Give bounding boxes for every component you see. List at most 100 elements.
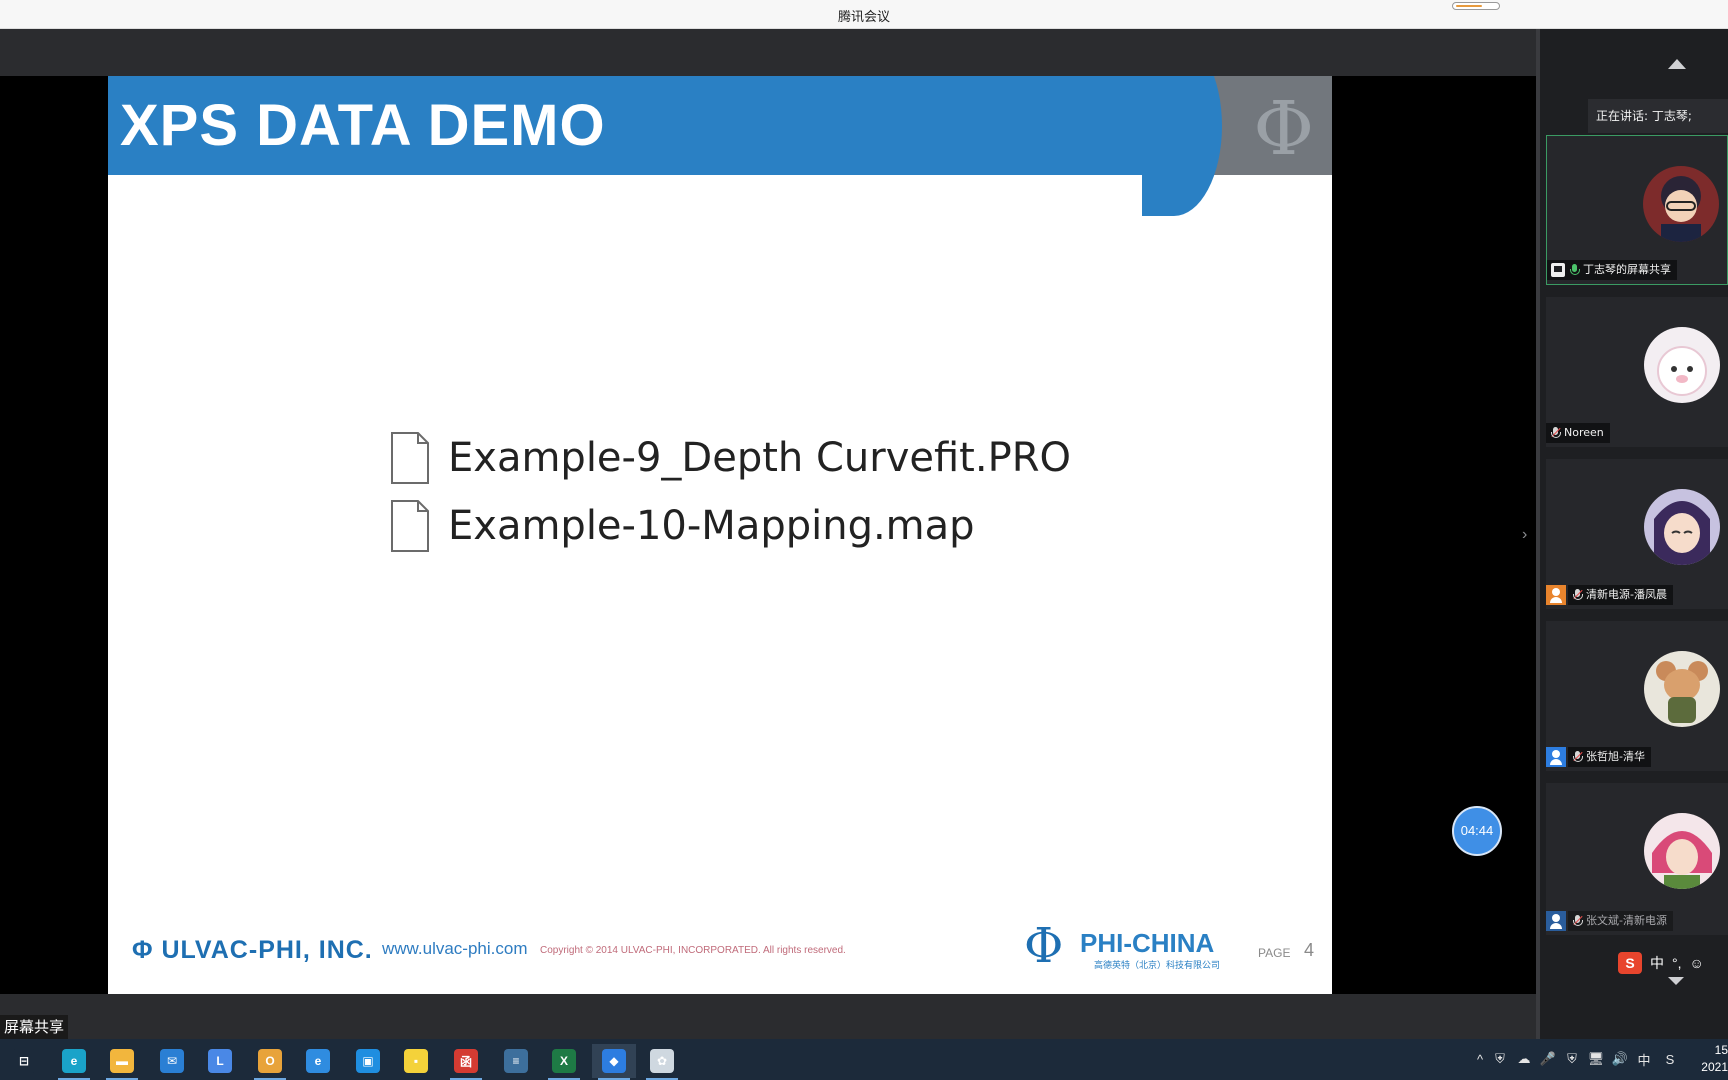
speaking-indicator: 正在讲话: 丁志琴;: [1588, 99, 1728, 133]
slide-footer: Φ ULVAC-PHI, INC. www.ulvac-phi.com Copy…: [108, 906, 1332, 994]
file-name: Example-9_Depth Curvefit.PRO: [448, 435, 1071, 481]
participant-name: 张文斌-清新电源: [1586, 914, 1667, 927]
mail-icon[interactable]: ✉: [150, 1044, 194, 1078]
mail-glyph: ✉: [160, 1049, 184, 1073]
chevron-up-icon[interactable]: [1668, 59, 1686, 69]
tencent-meeting-icon[interactable]: ◆: [592, 1044, 636, 1080]
excel-glyph: X: [552, 1049, 576, 1073]
cloud-icon[interactable]: ☁: [1514, 1049, 1534, 1069]
volume-icon[interactable]: 🔊: [1610, 1049, 1630, 1069]
microphone-muted-icon: [1572, 750, 1583, 764]
user-icon: [1546, 585, 1566, 605]
lync-glyph: L: [208, 1049, 232, 1073]
participant-avatar: [1643, 166, 1719, 242]
input-language-icon[interactable]: 中: [1634, 1049, 1654, 1069]
shield-icon[interactable]: ⛨: [1490, 1049, 1510, 1069]
participant-tile[interactable]: 张文斌-清新电源: [1546, 783, 1728, 935]
outlook-icon[interactable]: O: [248, 1044, 292, 1080]
file-name: Example-10-Mapping.map: [448, 503, 975, 549]
file-item: Example-10-Mapping.map: [390, 492, 1071, 560]
participant-tile[interactable]: 丁志琴的屏幕共享: [1546, 135, 1728, 285]
microphone-muted-icon: [1572, 914, 1583, 928]
stage-top-band: [0, 29, 1536, 76]
edge-glyph: e: [62, 1049, 86, 1073]
screen-share-icon: [1551, 263, 1565, 277]
participant-namebar: 清新电源-潘凤晨: [1568, 585, 1673, 605]
settings-app-icon[interactable]: ✿: [640, 1044, 684, 1080]
microphone-muted-icon: [1550, 426, 1561, 440]
tencent-meeting-glyph: ◆: [602, 1049, 626, 1073]
store-icon[interactable]: ▣: [346, 1044, 390, 1078]
participant-namebar: 张哲旭-清华: [1568, 747, 1651, 767]
participant-namebar: 张文斌-清新电源: [1568, 911, 1673, 931]
task-view-icon[interactable]: ⊟: [2, 1044, 46, 1078]
clock-date: 2021: [1701, 1060, 1728, 1074]
screen-share-label: 屏幕共享: [0, 1015, 69, 1039]
emoji-icon[interactable]: ☺: [1690, 955, 1704, 971]
lync-icon[interactable]: L: [198, 1044, 242, 1078]
participant-avatar: [1644, 327, 1720, 403]
sogou-icon[interactable]: S: [1618, 952, 1642, 974]
chevron-right-icon[interactable]: ›: [1522, 526, 1534, 546]
participant-tile[interactable]: 张哲旭-清华: [1546, 621, 1728, 771]
task-view-glyph: ⊟: [12, 1049, 36, 1073]
ime-toolbar[interactable]: S 中 °, ☺: [1618, 949, 1728, 977]
participant-tile[interactable]: Noreen: [1546, 297, 1728, 447]
participant-name: Noreen: [1564, 426, 1604, 439]
company-website: www.ulvac-phi.com: [382, 939, 528, 958]
network-indicator[interactable]: [1452, 2, 1500, 10]
internet-explorer-glyph: e: [306, 1049, 330, 1073]
caret-down-icon: [1668, 977, 1684, 985]
sticky-notes-glyph: ▪: [404, 1049, 428, 1073]
security-icon[interactable]: ⛨: [1562, 1049, 1582, 1069]
shared-screen-area: Φ XPS DATA DEMO Example-9_Depth Curvefit…: [0, 29, 1536, 1039]
phi-logo-icon: Φ: [1253, 86, 1314, 172]
brand-name: PHI-CHINA: [1080, 928, 1215, 958]
participant-avatar: [1644, 651, 1720, 727]
internet-explorer-icon[interactable]: e: [296, 1044, 340, 1078]
sticky-notes-icon[interactable]: ▪: [394, 1044, 438, 1078]
edge-icon[interactable]: e: [52, 1044, 96, 1080]
brand-subtitle: 高德英特（北京）科技有限公司: [1094, 960, 1221, 970]
taskbar-clock[interactable]: 15 2021: [1694, 1042, 1728, 1076]
slide-title: XPS DATA DEMO: [120, 93, 606, 158]
microphone-muted-icon: [1572, 588, 1583, 602]
meeting-timer[interactable]: 04:44: [1452, 806, 1502, 856]
clock-time: 15: [1714, 1043, 1728, 1057]
phi-china-logo: Φ PHI-CHINA 高德英特（北京）科技有限公司: [1024, 918, 1244, 976]
participant-namebar: Noreen: [1546, 423, 1610, 443]
ime-symbols[interactable]: °,: [1672, 955, 1682, 971]
show-hidden-icons[interactable]: ^: [1470, 1049, 1490, 1069]
title-bar: 腾讯会议: [0, 0, 1728, 29]
stage-bottom-band: [0, 994, 1536, 1039]
page-number: 4: [1304, 940, 1315, 960]
file-explorer-icon[interactable]: ▬: [100, 1044, 144, 1080]
company-name: Φ ULVAC-PHI, INC.: [132, 936, 373, 964]
participant-name: 丁志琴的屏幕共享: [1583, 263, 1671, 276]
microphone-icon[interactable]: 🎤: [1538, 1049, 1558, 1069]
network-icon[interactable]: 🖥: [1586, 1049, 1606, 1069]
scanner-icon[interactable]: ≡: [494, 1044, 538, 1078]
outlook-glyph: O: [258, 1049, 282, 1073]
document-icon: [390, 431, 430, 485]
user-icon: [1546, 911, 1566, 931]
windows-taskbar: ⊟ e ▬ ✉ L Oe ▣ ▪ 函 ≡ X ◆ ✿ ^ ⛨ ☁ 🎤 ⛨ 🖥 🔊 中 S 15 2021: [0, 1039, 1728, 1080]
excel-icon[interactable]: X: [542, 1044, 586, 1080]
ime-language[interactable]: 中: [1650, 953, 1664, 973]
phi-china-icon: Φ: [1024, 918, 1064, 974]
slide-header: Φ XPS DATA DEMO: [108, 76, 1332, 216]
participants-panel: 正在讲话: 丁志琴; 丁志琴的屏幕共享 Noreen 清新电源-潘凤晨 张哲旭-…: [1536, 29, 1728, 1039]
participant-avatar: [1644, 489, 1720, 565]
file-list: Example-9_Depth Curvefit.PRO Example-10-…: [390, 424, 1071, 560]
file-item: Example-9_Depth Curvefit.PRO: [390, 424, 1071, 492]
presentation-slide: Φ XPS DATA DEMO Example-9_Depth Curvefit…: [108, 76, 1332, 994]
panel-divider[interactable]: [1536, 29, 1540, 1039]
participant-namebar: 丁志琴的屏幕共享: [1547, 260, 1677, 280]
app-red-icon[interactable]: 函: [444, 1044, 488, 1080]
sogou-tray-icon[interactable]: S: [1660, 1049, 1680, 1069]
copyright-text: Copyright © 2014 ULVAC-PHI, INCORPORATED…: [540, 945, 846, 956]
store-glyph: ▣: [356, 1049, 380, 1073]
microphone-icon: [1569, 263, 1580, 277]
participant-tile[interactable]: 清新电源-潘凤晨: [1546, 459, 1728, 609]
meeting-window: 腾讯会议 Φ XPS DATA DEMO Example-9_Depth Cur…: [0, 0, 1728, 1080]
